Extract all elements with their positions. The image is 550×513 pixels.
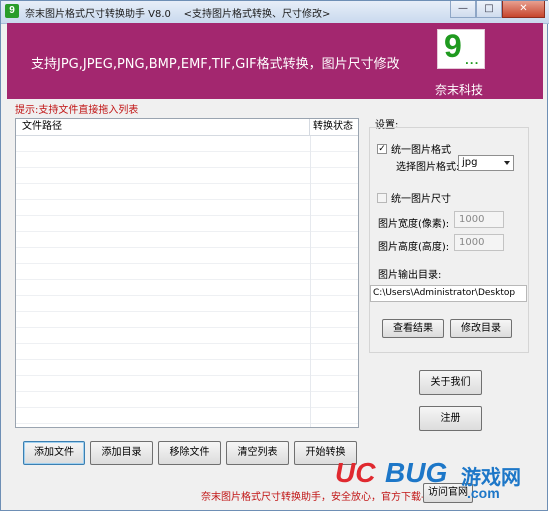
brand-logo: 9 ... xyxy=(437,28,485,69)
view-result-button[interactable]: 查看结果 xyxy=(382,319,444,338)
close-icon[interactable]: ✕ xyxy=(502,1,545,18)
column-header-path[interactable]: 文件路径 xyxy=(16,119,310,135)
checkbox-unchecked-icon[interactable] xyxy=(377,192,387,203)
list-body[interactable] xyxy=(16,136,358,427)
format-select-value: jpg xyxy=(462,157,478,168)
logo-caption: 奈末科技 xyxy=(435,83,484,97)
unify-format-checkbox[interactable]: ✓ 统一图片格式 xyxy=(377,141,451,156)
logo-dots: ... xyxy=(465,56,480,67)
site-watermark: UC BUG 游戏网 .com xyxy=(331,457,547,507)
output-dir-label: 图片输出目录: xyxy=(378,270,442,281)
height-input[interactable]: 1000 xyxy=(454,234,504,251)
add-file-button[interactable]: 添加文件 xyxy=(23,441,85,465)
window-controls: — □ ✕ xyxy=(450,1,545,19)
register-button[interactable]: 注册 xyxy=(419,406,482,431)
unify-size-checkbox[interactable]: 统一图片尺寸 xyxy=(377,190,451,205)
clear-list-button[interactable]: 清空列表 xyxy=(226,441,289,465)
chevron-down-icon xyxy=(504,161,510,165)
banner: 支持JPG,JPEG,PNG,BMP,EMF,TIF,GIF格式转换，图片尺寸修… xyxy=(7,23,543,99)
change-dir-button[interactable]: 修改目录 xyxy=(450,319,512,338)
width-label: 图片宽度(像素): xyxy=(378,219,450,230)
checkbox-checked-icon[interactable]: ✓ xyxy=(377,143,387,154)
about-button[interactable]: 关于我们 xyxy=(419,370,482,395)
width-input[interactable]: 1000 xyxy=(454,211,504,228)
list-header: 文件路径 转换状态 xyxy=(16,119,358,136)
watermark-uc: UC xyxy=(335,457,376,488)
remove-file-button[interactable]: 移除文件 xyxy=(158,441,221,465)
window-title: 奈末图片格式尺寸转换助手 V8.0 <支持图片格式转换、尺寸修改> xyxy=(25,9,331,20)
app-window: 9 奈末图片格式尺寸转换助手 V8.0 <支持图片格式转换、尺寸修改> — □ … xyxy=(0,0,549,511)
unify-format-label: 统一图片格式 xyxy=(391,145,451,156)
file-list[interactable]: 文件路径 转换状态 xyxy=(15,118,359,428)
output-dir-field[interactable]: C:\Users\Administrator\Desktop xyxy=(370,285,527,302)
banner-text: 支持JPG,JPEG,PNG,BMP,EMF,TIF,GIF格式转换，图片尺寸修… xyxy=(31,57,400,72)
column-header-status[interactable]: 转换状态 xyxy=(311,119,358,135)
height-label: 图片高度(高度): xyxy=(378,242,450,253)
watermark-com: .com xyxy=(467,485,500,501)
logo-digit: 9 xyxy=(444,28,462,64)
drag-hint: 提示:支持文件直接拖入列表 xyxy=(15,105,139,116)
watermark-bug: BUG xyxy=(385,457,448,488)
maximize-icon[interactable]: □ xyxy=(476,1,502,18)
app-icon: 9 xyxy=(5,4,19,18)
format-select[interactable]: jpg xyxy=(458,155,514,171)
minimize-icon[interactable]: — xyxy=(450,1,476,18)
title-bar[interactable]: 9 奈末图片格式尺寸转换助手 V8.0 <支持图片格式转换、尺寸修改> — □ … xyxy=(1,1,549,24)
format-label: 选择图片格式: xyxy=(396,162,460,173)
unify-size-label: 统一图片尺寸 xyxy=(391,194,451,205)
add-folder-button[interactable]: 添加目录 xyxy=(90,441,153,465)
